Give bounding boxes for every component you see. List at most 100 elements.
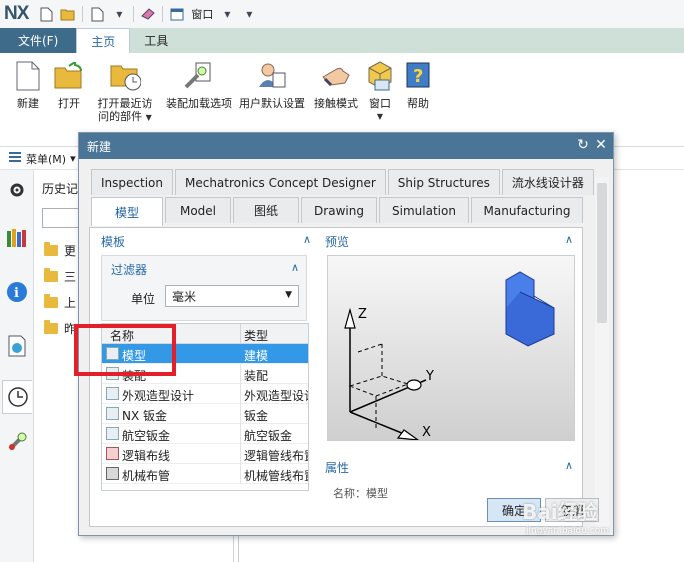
help-button-label: 帮助 bbox=[407, 97, 429, 110]
folder-icon bbox=[44, 294, 58, 308]
chevron-down-icon[interactable]: ▼ bbox=[377, 110, 383, 123]
menu-icon[interactable] bbox=[8, 151, 22, 166]
column-header-type[interactable]: 类型 bbox=[244, 327, 268, 344]
tab-line-designer[interactable]: 流水线设计器 bbox=[501, 169, 594, 195]
history-folder-label: 更 bbox=[64, 244, 77, 258]
template-row-shape-studio[interactable]: 外观造型设计 外观造型设计 bbox=[102, 384, 308, 404]
template-type: 建模 bbox=[244, 349, 269, 363]
tab-model-cn[interactable]: 模型 bbox=[91, 197, 163, 226]
template-type: 逻辑管线布置 bbox=[244, 449, 308, 463]
chevron-up-icon[interactable]: ∧ bbox=[565, 233, 573, 246]
template-row-logical-routing[interactable]: 逻辑布线 逻辑管线布置 bbox=[102, 444, 308, 464]
window-icon[interactable] bbox=[169, 6, 185, 22]
chevron-up-icon[interactable]: ∧ bbox=[291, 261, 299, 274]
assembly-options-icon bbox=[183, 59, 215, 93]
tab-mechatronics[interactable]: Mechatronics Concept Designer bbox=[174, 169, 386, 195]
template-row-aero-sheet-metal[interactable]: 航空钣金 航空钣金 bbox=[102, 424, 308, 444]
template-section-header[interactable]: 模板 bbox=[101, 233, 125, 250]
mechanical-routing-icon bbox=[106, 467, 119, 480]
tab-model[interactable]: Model bbox=[165, 197, 231, 223]
chevron-up-icon[interactable]: ∧ bbox=[565, 459, 573, 472]
template-name: 航空钣金 bbox=[122, 429, 171, 443]
template-name: 机械布管 bbox=[122, 469, 171, 483]
tab-manufacturing[interactable]: Manufacturing bbox=[471, 197, 583, 223]
template-row-sheet-metal[interactable]: NX 钣金 钣金 bbox=[102, 404, 308, 424]
column-divider bbox=[240, 464, 241, 484]
window-menu-label[interactable]: 窗口 bbox=[191, 6, 213, 22]
shape-studio-icon bbox=[106, 387, 119, 400]
palette-icon[interactable] bbox=[5, 334, 29, 358]
chevron-down-icon[interactable]: ▾ bbox=[111, 6, 127, 22]
history-folder-row[interactable]: 更 bbox=[44, 242, 76, 259]
window-button-label: 窗口 bbox=[369, 97, 391, 110]
svg-text:i: i bbox=[14, 286, 19, 301]
chevron-down-icon[interactable]: ▼ bbox=[146, 113, 152, 122]
dialog-title-bar: 新建 ↻ ✕ bbox=[79, 133, 613, 159]
folder-icon bbox=[44, 320, 58, 334]
template-name: 逻辑布线 bbox=[122, 449, 171, 463]
tab-home[interactable]: 主页 bbox=[76, 28, 131, 53]
clock-history-icon[interactable] bbox=[2, 380, 32, 414]
template-preview: Z X Y bbox=[327, 255, 575, 441]
column-divider bbox=[240, 324, 241, 344]
tab-inspection[interactable]: Inspection bbox=[91, 169, 173, 195]
unit-select[interactable]: 毫米 ▼ bbox=[165, 285, 299, 307]
open-folder-icon[interactable] bbox=[60, 6, 76, 22]
open-recent-label: 打开最近访 bbox=[97, 97, 153, 110]
template-name: NX 钣金 bbox=[122, 409, 168, 423]
unit-label: 单位 bbox=[131, 292, 156, 306]
filter-section-header[interactable]: 过滤器 bbox=[111, 261, 147, 278]
new-file-icon bbox=[12, 59, 44, 93]
open-recent-label-part: 问的部件 bbox=[98, 110, 143, 123]
reset-icon[interactable]: ↻ bbox=[575, 137, 591, 153]
aero-sheet-metal-icon bbox=[106, 427, 119, 440]
tab-drawing-cn[interactable]: 图纸 bbox=[233, 197, 299, 223]
new-file-icon[interactable] bbox=[38, 6, 54, 22]
column-divider bbox=[240, 384, 241, 404]
template-type: 外观造型设计 bbox=[244, 389, 308, 403]
highlight-box bbox=[74, 324, 176, 376]
history-folder-label: 三 bbox=[64, 270, 77, 284]
chevron-down-icon[interactable]: ▾ bbox=[219, 6, 235, 22]
assembly-load-options-label: 装配加载选项 bbox=[166, 97, 232, 110]
separator bbox=[82, 6, 84, 22]
template-type: 机械管线布置 bbox=[244, 469, 308, 483]
quick-access-toolbar: NX ▾ 窗口 ▾ ▾ bbox=[0, 0, 684, 28]
template-row-mechanical-routing[interactable]: 机械布管 机械管线布置 bbox=[102, 464, 308, 484]
history-folder-row[interactable]: 上 bbox=[44, 294, 76, 311]
history-folder-row[interactable]: 三 bbox=[44, 268, 76, 285]
new-dropdown-icon[interactable] bbox=[89, 6, 105, 22]
scrollbar-thumb[interactable] bbox=[597, 183, 607, 323]
column-divider bbox=[240, 404, 241, 424]
tab-ship-structures[interactable]: Ship Structures bbox=[387, 169, 500, 195]
new-button-label: 新建 bbox=[17, 97, 39, 110]
history-folder-row[interactable]: 昨 bbox=[44, 320, 76, 337]
axis-y-label: Y bbox=[425, 369, 434, 384]
new-button[interactable]: 新建 bbox=[6, 53, 50, 146]
role-tools-icon[interactable] bbox=[5, 430, 29, 454]
chevron-down-icon[interactable]: ▾ bbox=[70, 152, 76, 165]
open-recent-label-line2: 问的部件 ▼ bbox=[98, 110, 152, 124]
template-type: 装配 bbox=[244, 369, 269, 383]
tab-file[interactable]: 文件(F) bbox=[0, 28, 77, 53]
properties-section-header[interactable]: 属性 bbox=[325, 459, 349, 476]
gear-icon[interactable] bbox=[5, 178, 29, 202]
properties-name: 名称：模型 bbox=[333, 487, 388, 500]
preview-section-header[interactable]: 预览 bbox=[325, 233, 349, 250]
recent-folder-icon bbox=[109, 59, 141, 93]
customize-icon[interactable]: ▾ bbox=[241, 6, 257, 22]
info-icon[interactable]: i bbox=[5, 280, 29, 304]
svg-text:?: ? bbox=[413, 66, 423, 87]
dialog-scrollbar[interactable] bbox=[595, 177, 609, 527]
chevron-down-icon: ▼ bbox=[285, 290, 292, 300]
main-menu-button[interactable]: 菜单(M) bbox=[26, 151, 66, 167]
tab-drawing[interactable]: Drawing bbox=[301, 197, 377, 223]
chevron-up-icon[interactable]: ∧ bbox=[303, 233, 311, 246]
logical-routing-icon bbox=[106, 447, 119, 460]
tab-tools[interactable]: 工具 bbox=[130, 28, 182, 53]
books-icon[interactable] bbox=[5, 226, 29, 250]
template-type: 航空钣金 bbox=[244, 429, 293, 443]
tab-simulation[interactable]: Simulation bbox=[379, 197, 469, 223]
close-icon[interactable]: ✕ bbox=[593, 137, 609, 153]
eraser-icon[interactable] bbox=[140, 6, 156, 22]
